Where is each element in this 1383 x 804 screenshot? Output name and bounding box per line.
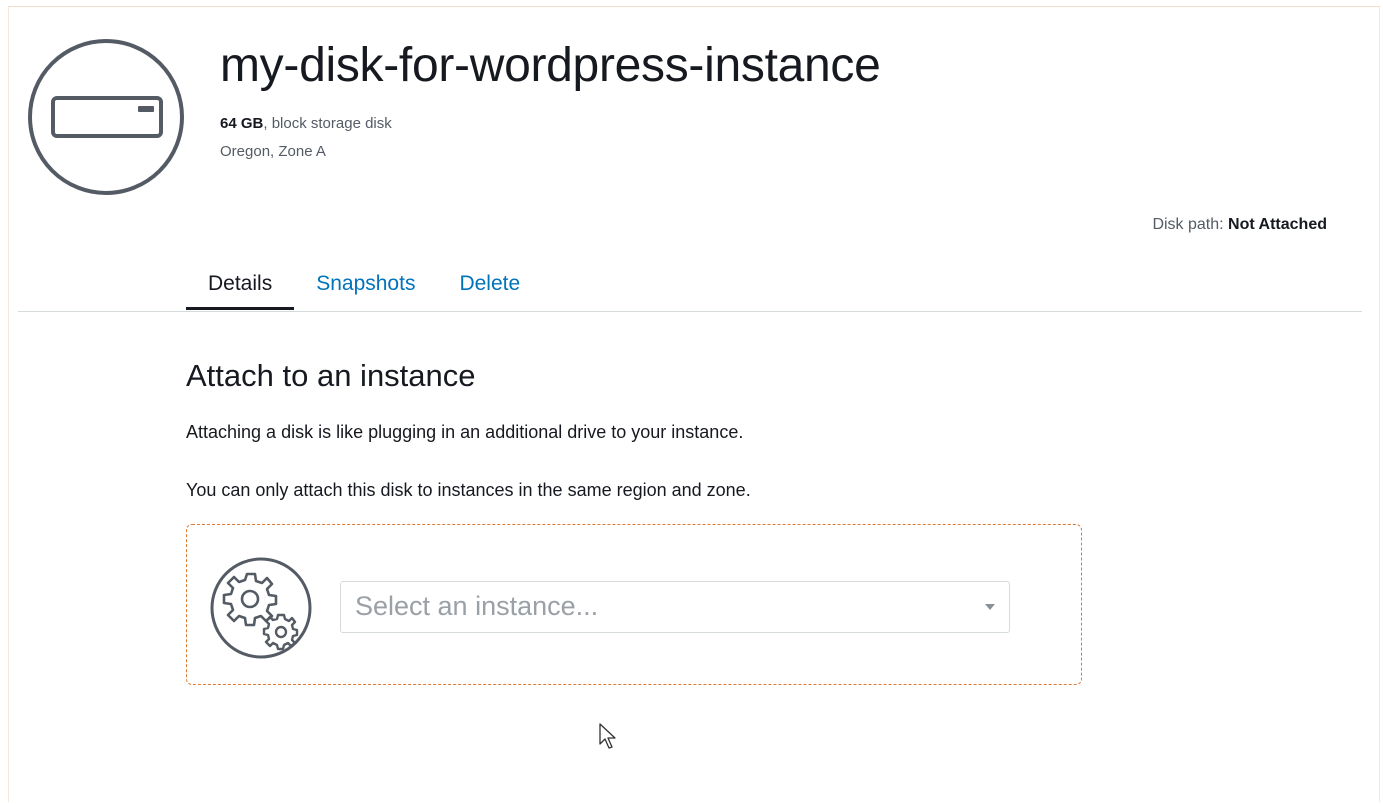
disk-size-type: 64 GB, block storage disk xyxy=(220,115,392,132)
attach-description-2: You can only attach this disk to instanc… xyxy=(186,480,751,500)
gears-icon xyxy=(210,557,312,659)
tab-divider xyxy=(18,311,1362,312)
disk-location: Oregon, Zone A xyxy=(220,143,326,160)
mouse-cursor-icon xyxy=(599,723,616,749)
disk-type: , block storage disk xyxy=(263,115,392,132)
chevron-down-icon xyxy=(985,604,995,610)
attach-section-title: Attach to an instance xyxy=(186,358,476,393)
disk-path-value: Not Attached xyxy=(1228,216,1327,233)
tab-snapshots[interactable]: Snapshots xyxy=(294,270,437,310)
attach-instance-panel: Select an instance... xyxy=(186,524,1082,685)
tab-bar: Details Snapshots Delete xyxy=(186,270,542,312)
tab-delete[interactable]: Delete xyxy=(437,270,542,310)
disk-path: Disk path: Not Attached xyxy=(1152,216,1327,234)
instance-select[interactable]: Select an instance... xyxy=(340,581,1010,633)
attach-description-1: Attaching a disk is like plugging in an … xyxy=(186,422,744,442)
disk-path-label: Disk path: xyxy=(1152,216,1224,233)
instance-select-placeholder: Select an instance... xyxy=(355,591,599,621)
tab-details[interactable]: Details xyxy=(186,270,295,310)
disk-name-title: my-disk-for-wordpress-instance xyxy=(220,39,881,92)
disk-size: 64 GB xyxy=(220,115,264,132)
disk-drive-icon xyxy=(28,39,184,195)
